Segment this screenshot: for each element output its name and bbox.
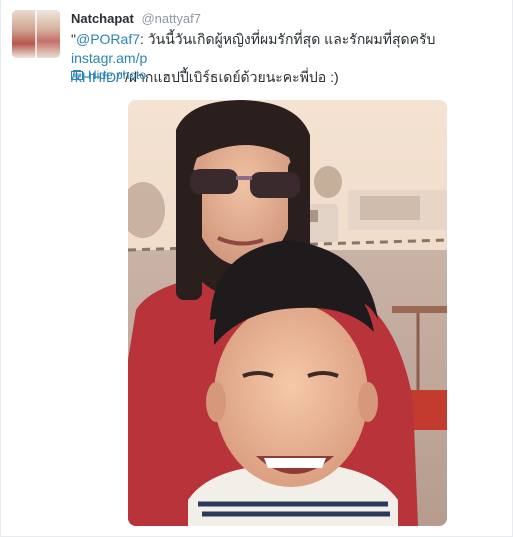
avatar-image-left [12,10,36,58]
tweet-body: : วันนี้วันเกิดผู้หญิงที่ผมรักที่สุด และ… [140,31,436,47]
tweet-photo[interactable] [128,100,447,526]
tweet-header: Natchapat @nattyaf7 [71,11,201,26]
tweet-suffix: "/ฝากแฮปปี้เบิร์ธเดย์ด้วยนะคะพี่ปอ :) [120,69,339,85]
fullname[interactable]: Natchapat [71,11,134,26]
hide-photo-button[interactable]: Hide photo [71,68,146,82]
avatar-image-right [36,10,60,58]
photo-icon [71,70,83,80]
tweet: Natchapat @nattyaf7 "@PORaf7: วันนี้วันเ… [0,0,513,537]
username[interactable]: @nattyaf7 [141,11,200,26]
mention-link[interactable]: @PORaf7 [76,31,140,47]
avatar-divider [35,10,37,58]
avatar[interactable] [12,10,60,58]
photo-image [128,100,447,526]
hide-photo-label: Hide photo [88,68,147,82]
instagram-link-part1[interactable]: instagr.am/p [71,50,147,66]
